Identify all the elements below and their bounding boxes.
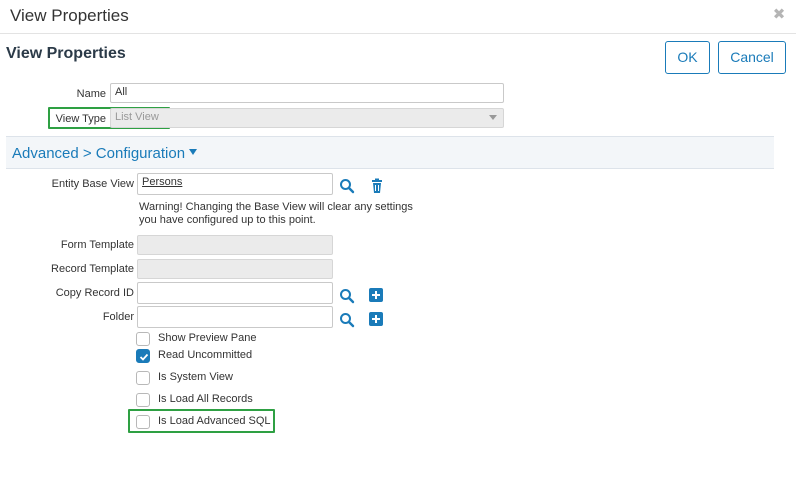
read-uncommitted-label: Read Uncommitted	[158, 349, 253, 361]
show-preview-pane-checkbox[interactable]	[136, 332, 150, 346]
entity-base-view-label: Entity Base View	[51, 178, 134, 190]
show-preview-pane-label: Show Preview Pane	[158, 332, 257, 344]
cancel-button[interactable]: Cancel	[718, 41, 786, 74]
warning-line-1: Warning! Changing the Base View will cle…	[139, 201, 413, 213]
base-view-warning: Warning! Changing the Base View will cle…	[139, 201, 429, 227]
advanced-configuration-section: Advanced > Configuration	[6, 136, 774, 169]
dialog-titlebar: View Properties ✖	[0, 0, 796, 34]
search-icon[interactable]	[339, 312, 355, 328]
view-type-value: List View	[115, 111, 159, 123]
search-icon[interactable]	[339, 178, 355, 194]
advanced-configuration-toggle[interactable]: Advanced > Configuration	[12, 145, 198, 162]
read-uncommitted-checkbox[interactable]	[136, 349, 150, 363]
checkmark-icon	[139, 353, 149, 361]
add-icon[interactable]	[369, 288, 385, 304]
copy-record-id-label: Copy Record ID	[55, 287, 134, 299]
is-load-advanced-sql-checkbox[interactable]	[136, 415, 150, 429]
page-title: View Properties	[6, 45, 126, 62]
name-label: Name	[76, 88, 106, 100]
is-load-all-records-checkbox[interactable]	[136, 393, 150, 407]
view-type-label: View Type	[55, 113, 106, 125]
trash-icon[interactable]	[369, 178, 385, 194]
add-icon[interactable]	[369, 312, 385, 328]
is-system-view-label: Is System View	[158, 371, 233, 383]
close-icon[interactable]: ✖	[772, 7, 786, 22]
section-title: Advanced > Configuration	[12, 145, 186, 162]
caret-down-icon	[189, 149, 198, 155]
record-template-input	[137, 259, 333, 279]
form-template-input	[137, 235, 333, 255]
view-type-select: List View	[110, 108, 504, 128]
dialog-title: View Properties	[10, 6, 129, 25]
search-icon[interactable]	[339, 288, 355, 304]
folder-input[interactable]	[137, 306, 333, 328]
is-load-all-records-label: Is Load All Records	[158, 393, 253, 405]
entity-base-view-input[interactable]: Persons	[137, 173, 333, 195]
copy-record-id-input[interactable]	[137, 282, 333, 304]
name-input[interactable]: All	[110, 83, 504, 103]
record-template-label: Record Template	[51, 263, 134, 275]
is-load-advanced-sql-label: Is Load Advanced SQL	[158, 415, 271, 427]
form-template-label: Form Template	[60, 239, 134, 251]
warning-line-2: you have configured up to this point.	[139, 214, 316, 226]
entity-base-view-link[interactable]: Persons	[142, 176, 182, 188]
ok-button[interactable]: OK	[665, 41, 710, 74]
is-system-view-checkbox[interactable]	[136, 371, 150, 385]
chevron-down-icon	[489, 115, 497, 120]
folder-label: Folder	[102, 311, 134, 323]
